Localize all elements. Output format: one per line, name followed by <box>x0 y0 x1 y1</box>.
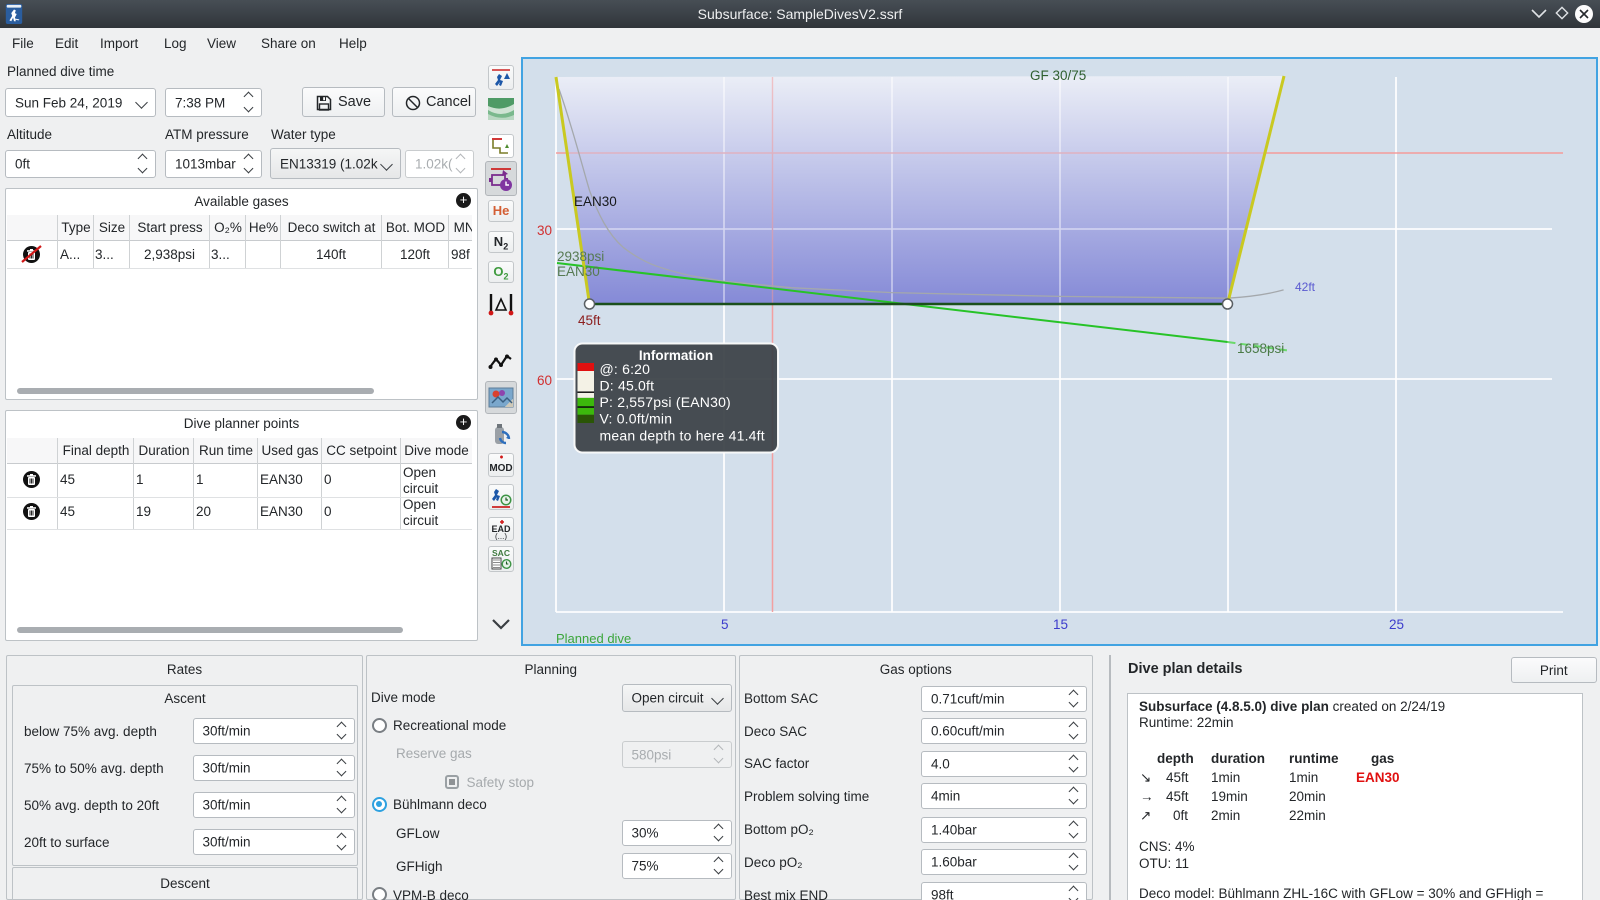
svg-text:1658psi: 1658psi <box>1237 341 1284 356</box>
svg-text:P: 2,557psi (EAN30): P: 2,557psi (EAN30) <box>600 394 731 410</box>
svg-text:V: 0.0ft/min: V: 0.0ft/min <box>600 411 673 427</box>
svg-text:MOD: MOD <box>489 463 512 474</box>
svg-text:45ft: 45ft <box>578 313 601 328</box>
svg-text:mean depth to here 41.4ft: mean depth to here 41.4ft <box>600 428 765 444</box>
svg-text:2938psi: 2938psi <box>557 249 604 264</box>
svg-text:30: 30 <box>537 223 552 238</box>
svg-text:60: 60 <box>537 373 552 388</box>
svg-text:EAN30: EAN30 <box>574 194 617 209</box>
svg-text:25: 25 <box>1389 617 1404 632</box>
svg-text:GF 30/75: GF 30/75 <box>1030 68 1086 83</box>
svg-text:(...): (...) <box>495 532 507 540</box>
svg-text:42ft: 42ft <box>1295 280 1316 294</box>
svg-text:SAC: SAC <box>492 548 510 558</box>
svg-text:5: 5 <box>721 617 729 632</box>
svg-text:@: 6:20: @: 6:20 <box>600 361 651 377</box>
svg-text:D: 45.0ft: D: 45.0ft <box>600 378 655 394</box>
svg-text:EAN30: EAN30 <box>557 264 600 279</box>
svg-text:15: 15 <box>1053 617 1068 632</box>
svg-text:Planned dive: Planned dive <box>556 631 631 644</box>
